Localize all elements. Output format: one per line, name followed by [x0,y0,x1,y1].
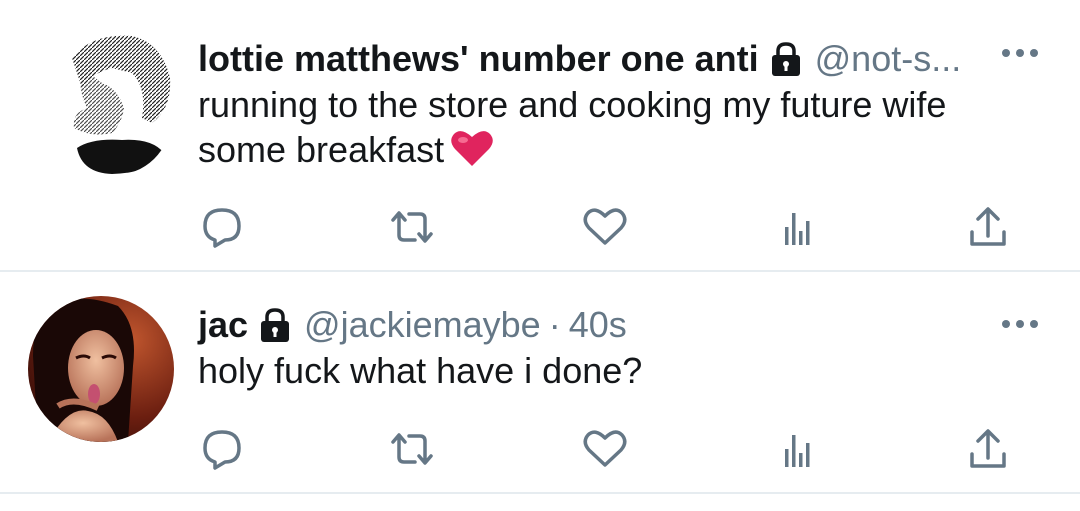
share-icon [970,429,1006,468]
share-button[interactable] [963,202,1013,252]
like-icon [583,208,627,245]
avatar-image [28,296,174,442]
tweet-actions [0,202,1080,252]
lock-icon [769,41,803,77]
reply-icon [203,430,241,470]
retweet-icon [391,211,433,243]
like-button[interactable] [580,202,630,252]
avatar[interactable] [28,296,174,442]
reply-button[interactable] [197,424,247,474]
tweet-header: lottie matthews' number one anti @not-s.… [198,39,961,79]
tweet-text: running to the store and cooking my futu… [198,82,1058,172]
separator-dot: · [548,304,561,345]
handle[interactable]: @not-s... [815,39,962,79]
avatar-image [55,32,171,174]
handle[interactable]: @jackiemaybe [304,305,541,345]
tweet-text-line: holy fuck what have i done? [198,350,643,391]
reply-button[interactable] [197,202,247,252]
analytics-button[interactable] [772,424,822,474]
tweet-header: jac @jackiemaybe · 40s [198,305,627,345]
tweet-text-line: running to the store and cooking my futu… [198,84,947,125]
tweet-1[interactable]: lottie matthews' number one anti @not-s.… [0,0,1080,270]
share-button[interactable] [963,424,1013,474]
tweet-divider [0,492,1080,494]
like-button[interactable] [580,424,630,474]
more-icon[interactable] [1002,317,1038,331]
display-name[interactable]: lottie matthews' number one anti [198,39,759,79]
tweet-text-line: some breakfast [198,129,445,170]
share-icon [970,207,1006,246]
tweet-2[interactable]: jac @jackiemaybe · 40s holy fuck what ha… [0,272,1080,492]
lock-icon [258,307,292,343]
retweet-icon [391,433,433,465]
avatar[interactable] [52,28,174,174]
retweet-button[interactable] [387,202,437,252]
tweet-actions [0,424,1080,474]
reply-icon [203,208,241,248]
retweet-button[interactable] [387,424,437,474]
display-name[interactable]: jac [198,305,248,345]
analytics-icon [785,435,810,467]
analytics-button[interactable] [772,202,822,252]
analytics-icon [785,213,810,245]
tweet-text: holy fuck what have i done? [198,348,1058,393]
red-heart-emoji [450,128,494,168]
timestamp[interactable]: 40s [569,305,627,345]
like-icon [583,430,627,467]
more-icon[interactable] [1002,46,1038,60]
